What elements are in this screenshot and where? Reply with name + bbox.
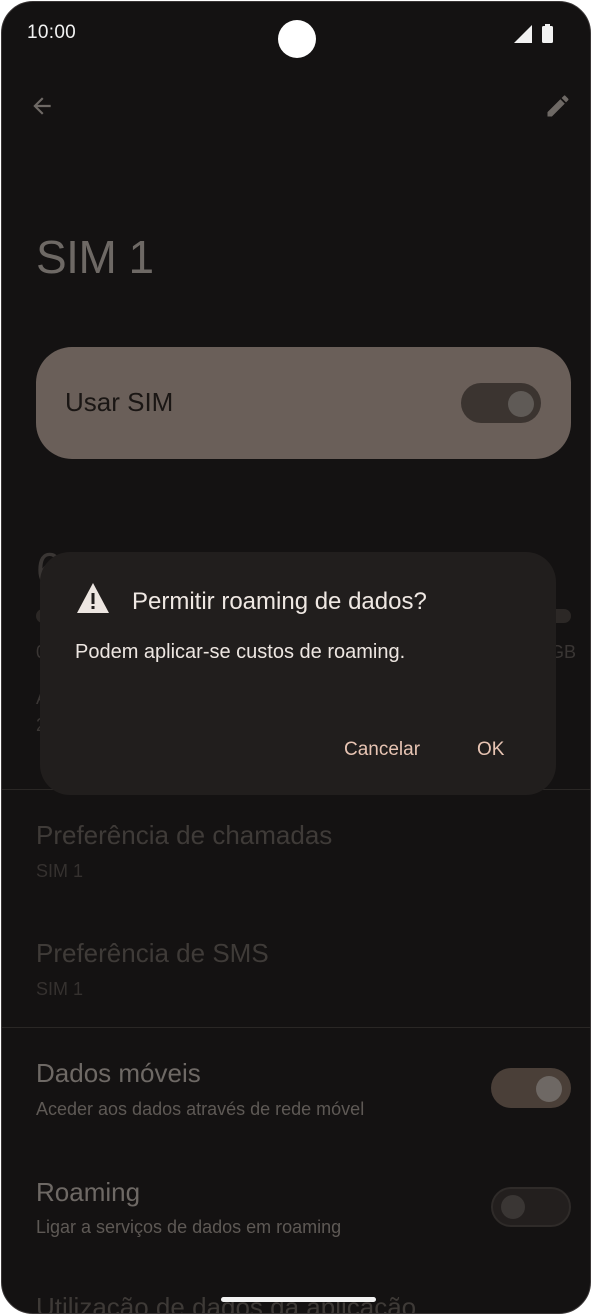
app-data-usage-row[interactable]: Utilização de dados da aplicação — [36, 1292, 416, 1313]
dialog-title: Permitir roaming de dados? — [132, 588, 427, 615]
switch-thumb — [501, 1195, 525, 1219]
switch-thumb — [508, 391, 534, 417]
warning-icon — [77, 583, 109, 613]
calls-preference-title: Preferência de chamadas — [36, 820, 333, 850]
mobile-data-switch[interactable] — [491, 1068, 571, 1108]
sms-preference-title: Preferência de SMS — [36, 938, 269, 968]
edit-button[interactable] — [540, 88, 576, 124]
switch-thumb — [536, 1076, 562, 1102]
use-sim-toggle-row[interactable]: Usar SIM — [36, 347, 571, 459]
roaming-switch[interactable] — [491, 1187, 571, 1227]
home-gesture-bar[interactable] — [221, 1297, 376, 1302]
roaming-title: Roaming — [36, 1177, 141, 1207]
dialog-message: Podem aplicar-se custos de roaming. — [75, 641, 406, 663]
mobile-data-subtitle: Aceder aos dados através de rede móvel — [36, 1099, 365, 1119]
signal-icon — [514, 25, 532, 43]
use-sim-label: Usar SIM — [65, 387, 174, 417]
ok-button[interactable]: OK — [467, 735, 514, 765]
camera-cutout — [278, 20, 316, 58]
roaming-dialog: Permitir roaming de dados? Podem aplicar… — [40, 552, 556, 795]
back-button[interactable] — [24, 88, 60, 124]
arrow-back-icon — [33, 97, 51, 115]
battery-icon — [542, 24, 553, 43]
sms-preference-value: SIM 1 — [36, 979, 84, 999]
page-title: SIM 1 — [36, 231, 154, 283]
roaming-subtitle: Ligar a serviços de dados em roaming — [36, 1217, 342, 1237]
calls-preference-value: SIM 1 — [36, 861, 84, 881]
use-sim-switch[interactable] — [461, 383, 541, 423]
mobile-data-title: Dados móveis — [36, 1058, 201, 1088]
phone-screen: 10:00 SIM 1 Usar SIM 6,3 0 GB A 2 Prefer… — [1, 1, 591, 1314]
divider — [2, 1027, 590, 1028]
pencil-icon — [547, 95, 569, 117]
cancel-button[interactable]: Cancelar — [334, 735, 430, 765]
status-time: 10:00 — [27, 22, 77, 43]
